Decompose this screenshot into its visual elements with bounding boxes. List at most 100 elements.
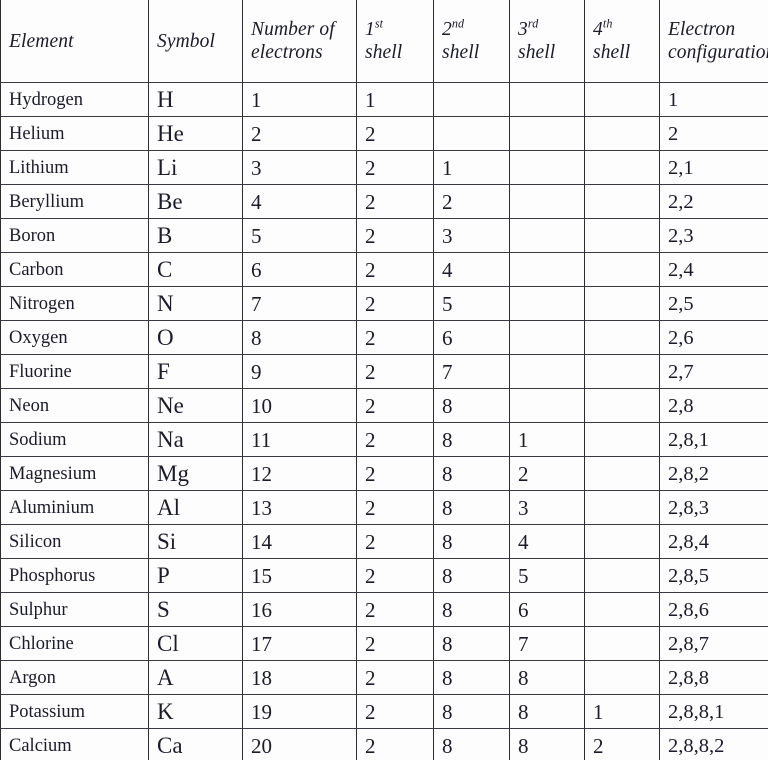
cell-element: Sodium bbox=[0, 422, 149, 457]
cell-config: 2,8,8,1 bbox=[659, 694, 768, 729]
cell-number: 1 bbox=[242, 82, 357, 117]
table-row: Fluorine F 9 2 7 2,7 bbox=[0, 354, 768, 389]
cell-shell2: 8 bbox=[433, 558, 510, 593]
cell-shell1: 2 bbox=[356, 150, 434, 185]
cell-shell3: 3 bbox=[509, 490, 585, 525]
cell-shell4 bbox=[584, 116, 660, 151]
cell-element: Oxygen bbox=[0, 320, 149, 355]
table-row: Aluminium Al 13 2 8 3 2,8,3 bbox=[0, 490, 768, 525]
cell-element: Chlorine bbox=[0, 626, 149, 661]
cell-symbol: Ca bbox=[148, 728, 243, 760]
cell-shell2: 8 bbox=[433, 490, 510, 525]
ordinal-suffix-shell4: th bbox=[602, 16, 613, 31]
cell-shell4 bbox=[584, 660, 660, 695]
column-header-shell3: 3rd shell bbox=[509, 0, 585, 83]
cell-shell3: 5 bbox=[509, 558, 585, 593]
column-header-label-number: Number of electrons bbox=[251, 19, 335, 63]
column-header-label-shell1: 1st shell bbox=[365, 16, 403, 63]
cell-shell2: 6 bbox=[433, 320, 510, 355]
cell-shell1: 2 bbox=[356, 728, 434, 760]
cell-number: 10 bbox=[242, 388, 357, 423]
cell-element: Beryllium bbox=[0, 184, 149, 219]
cell-element: Boron bbox=[0, 218, 149, 253]
table-body: Hydrogen H 1 1 1 Helium He 2 2 2 Lithium Li 3 2 1 2,1 Be… bbox=[0, 82, 768, 760]
table-row: Oxygen O 8 2 6 2,6 bbox=[0, 320, 768, 355]
cell-shell4 bbox=[584, 184, 660, 219]
cell-shell3: 6 bbox=[509, 592, 585, 627]
cell-number: 20 bbox=[242, 728, 357, 760]
cell-config: 2 bbox=[659, 116, 768, 151]
cell-shell2: 2 bbox=[433, 184, 510, 219]
cell-number: 12 bbox=[242, 456, 357, 491]
cell-config: 2,8,8,2 bbox=[659, 728, 768, 760]
cell-config: 2,8 bbox=[659, 388, 768, 423]
cell-shell3 bbox=[509, 388, 585, 423]
cell-config: 2,8,7 bbox=[659, 626, 768, 661]
cell-config: 2,8,1 bbox=[659, 422, 768, 457]
electron-configuration-table-page: Element Symbol Number of electrons 1st shel… bbox=[0, 0, 768, 760]
table-row: Hydrogen H 1 1 1 bbox=[0, 82, 768, 117]
cell-shell4 bbox=[584, 252, 660, 287]
table-row: Argon A 18 2 8 8 2,8,8 bbox=[0, 660, 768, 695]
cell-config: 2,8,4 bbox=[659, 524, 768, 559]
cell-shell4: 2 bbox=[584, 728, 660, 760]
cell-shell4 bbox=[584, 286, 660, 321]
cell-shell1: 2 bbox=[356, 320, 434, 355]
cell-shell2: 8 bbox=[433, 592, 510, 627]
column-header-config: Electron configuration bbox=[659, 0, 768, 83]
cell-number: 9 bbox=[242, 354, 357, 389]
cell-number: 15 bbox=[242, 558, 357, 593]
cell-element: Lithium bbox=[0, 150, 149, 185]
cell-shell3 bbox=[509, 252, 585, 287]
column-header-label-shell3: 3rd shell bbox=[518, 16, 556, 63]
cell-shell2: 8 bbox=[433, 660, 510, 695]
cell-number: 2 bbox=[242, 116, 357, 151]
cell-shell4 bbox=[584, 524, 660, 559]
cell-config: 2,1 bbox=[659, 150, 768, 185]
cell-shell3 bbox=[509, 116, 585, 151]
cell-element: Nitrogen bbox=[0, 286, 149, 321]
cell-shell3 bbox=[509, 218, 585, 253]
cell-shell3 bbox=[509, 320, 585, 355]
cell-element: Sulphur bbox=[0, 592, 149, 627]
cell-shell2: 3 bbox=[433, 218, 510, 253]
cell-config: 2,8,2 bbox=[659, 456, 768, 491]
table-row: Sulphur S 16 2 8 6 2,8,6 bbox=[0, 592, 768, 627]
cell-symbol: Mg bbox=[148, 456, 243, 491]
column-header-element: Element bbox=[0, 0, 149, 83]
cell-shell4 bbox=[584, 626, 660, 661]
ordinal-suffix-shell1: st bbox=[374, 16, 384, 31]
cell-shell2 bbox=[433, 116, 510, 151]
cell-number: 16 bbox=[242, 592, 357, 627]
cell-shell4 bbox=[584, 388, 660, 423]
cell-number: 17 bbox=[242, 626, 357, 661]
cell-shell3: 8 bbox=[509, 728, 585, 760]
table-row: Phosphorus P 15 2 8 5 2,8,5 bbox=[0, 558, 768, 593]
cell-shell2: 5 bbox=[433, 286, 510, 321]
cell-shell1: 2 bbox=[356, 184, 434, 219]
cell-config: 1 bbox=[659, 82, 768, 117]
column-header-shell2: 2nd shell bbox=[433, 0, 510, 83]
cell-element: Silicon bbox=[0, 524, 149, 559]
cell-element: Calcium bbox=[0, 728, 149, 760]
cell-symbol: B bbox=[148, 218, 243, 253]
cell-shell1: 2 bbox=[356, 524, 434, 559]
cell-number: 19 bbox=[242, 694, 357, 729]
column-header-label-symbol: Symbol bbox=[157, 30, 216, 52]
ordinal-suffix-shell2: nd bbox=[451, 16, 465, 31]
cell-shell3 bbox=[509, 354, 585, 389]
cell-number: 7 bbox=[242, 286, 357, 321]
cell-config: 2,8,5 bbox=[659, 558, 768, 593]
column-header-symbol: Symbol bbox=[148, 0, 243, 83]
table-header: Element Symbol Number of electrons 1st shel… bbox=[0, 0, 768, 83]
cell-shell3: 8 bbox=[509, 694, 585, 729]
cell-element: Hydrogen bbox=[0, 82, 149, 117]
cell-shell3 bbox=[509, 150, 585, 185]
cell-shell2 bbox=[433, 82, 510, 117]
cell-symbol: Ne bbox=[148, 388, 243, 423]
cell-shell1: 2 bbox=[356, 422, 434, 457]
table-row: Carbon C 6 2 4 2,4 bbox=[0, 252, 768, 287]
cell-symbol: Si bbox=[148, 524, 243, 559]
cell-shell4 bbox=[584, 592, 660, 627]
cell-symbol: N bbox=[148, 286, 243, 321]
